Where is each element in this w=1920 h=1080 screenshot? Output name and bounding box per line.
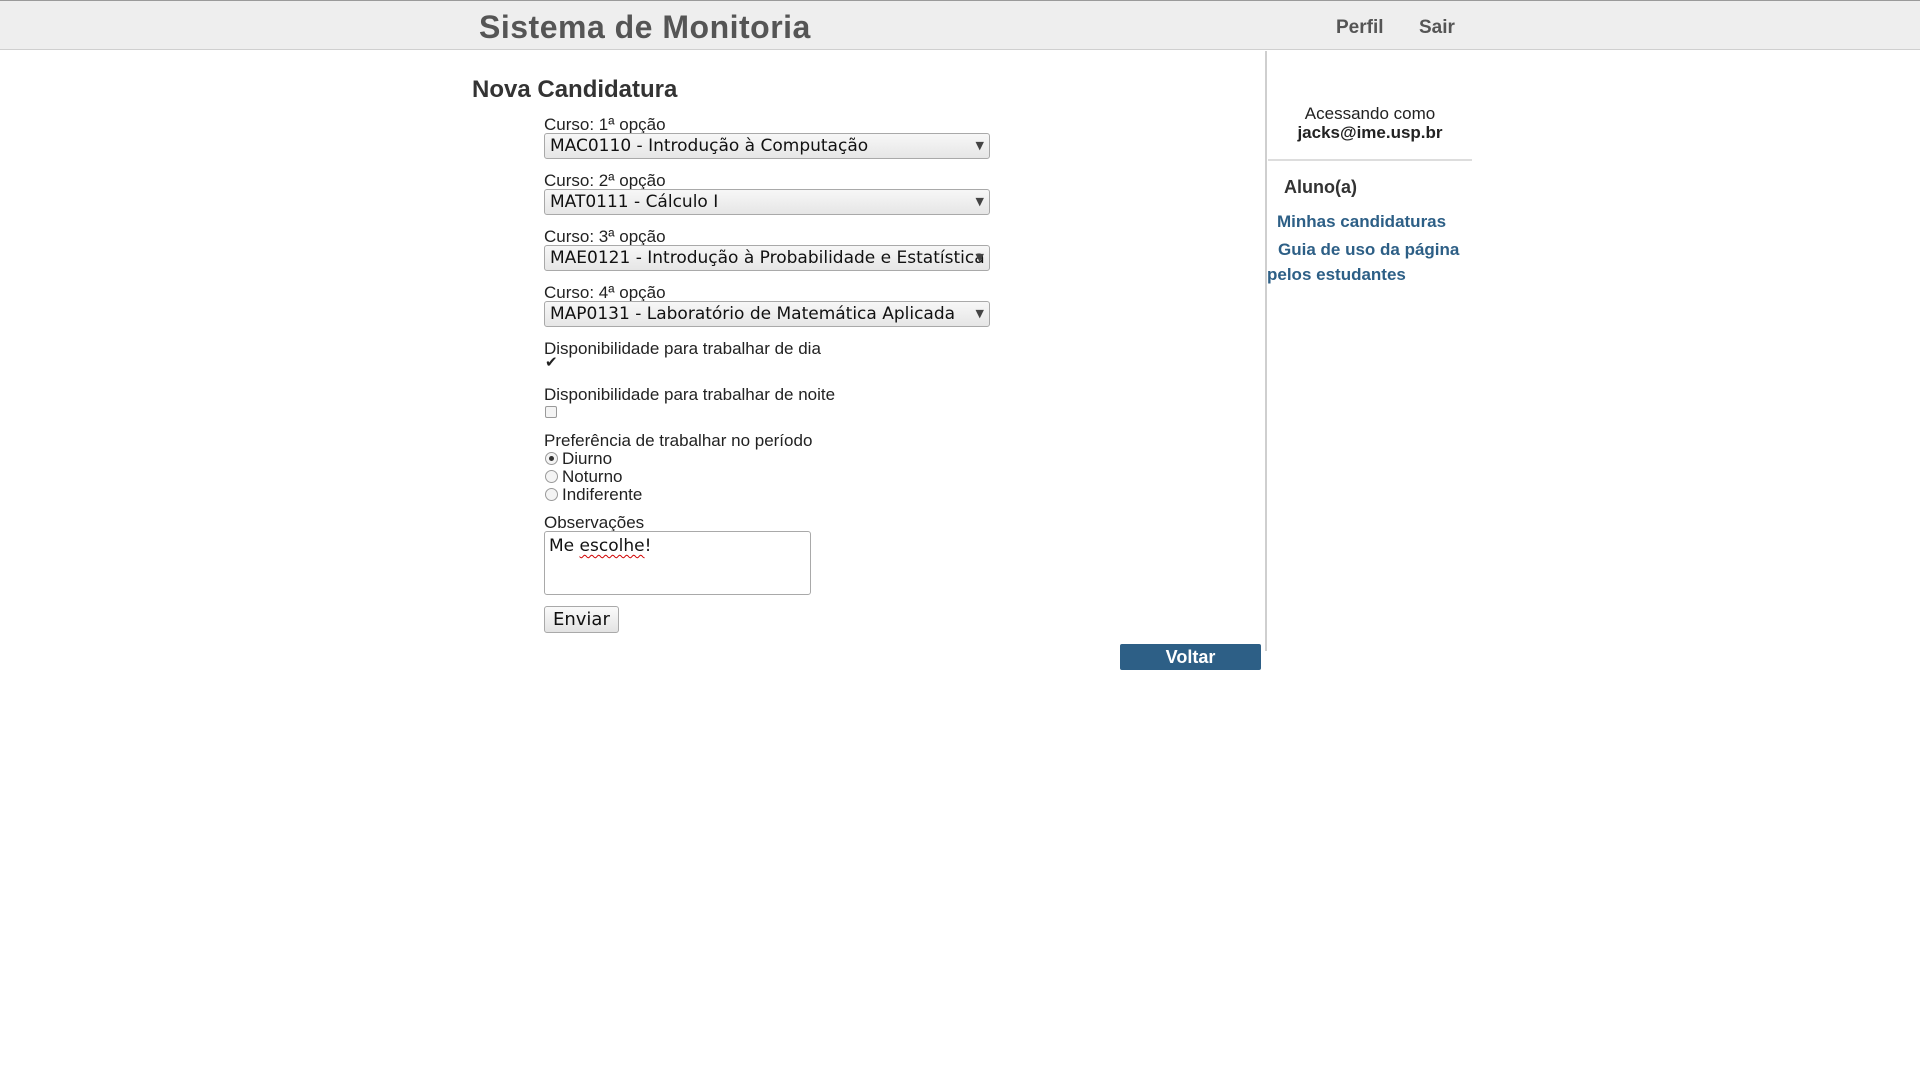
chevron-down-icon: ▼ xyxy=(975,139,984,152)
access-label: Acessando como xyxy=(1304,104,1436,123)
checkmark-icon: ✔ xyxy=(545,354,558,371)
course-2-label: Curso: 2ª opção xyxy=(544,171,666,190)
course-3-label: Curso: 3ª opção xyxy=(544,227,666,246)
notes-misspelled-word: escolhe xyxy=(579,536,645,556)
radio-diurno-label[interactable]: Diurno xyxy=(562,449,612,469)
sidebar-link-minhas-candidaturas[interactable]: Minhas candidaturas xyxy=(1277,212,1446,232)
nav-sair-link[interactable]: Sair xyxy=(1419,17,1455,39)
nav-perfil-link[interactable]: Perfil xyxy=(1336,17,1384,39)
course-1-value: MAC0110 - Introdução à Computação xyxy=(550,136,869,156)
course-4-label: Curso: 4ª opção xyxy=(544,283,666,302)
night-availability-label: Disponibilidade para trabalhar de noite xyxy=(544,385,836,404)
notes-label: Observações xyxy=(544,513,645,532)
radio-noturno[interactable] xyxy=(545,470,558,483)
radio-indiferente-label[interactable]: Indiferente xyxy=(562,485,642,505)
period-preference-label: Preferência de trabalhar no período xyxy=(544,431,813,450)
submit-button[interactable]: Enviar xyxy=(544,606,619,633)
sidebar-separator xyxy=(1268,159,1472,161)
chevron-down-icon: ▼ xyxy=(975,307,984,320)
course-4-value: MAP0131 - Laboratório de Matemática Apli… xyxy=(550,304,956,324)
current-user-email: jacks@ime.usp.br xyxy=(1297,123,1443,142)
course-2-value: MAT0111 - Cálculo I xyxy=(550,192,719,212)
radio-selected-dot xyxy=(549,456,554,461)
course-3-value: MAE0121 - Introdução à Probabilidade e E… xyxy=(550,248,990,268)
sidebar-link-guia-de-uso[interactable]: Guia de uso da página pelos estudantes xyxy=(1267,237,1475,287)
radio-diurno[interactable] xyxy=(545,452,558,465)
back-button[interactable]: Voltar xyxy=(1120,644,1261,670)
course-3-select[interactable]: MAE0121 - Introdução à Probabilidade e E… xyxy=(544,245,990,271)
sidebar-divider xyxy=(1265,51,1267,651)
page-title: Nova Candidatura xyxy=(472,76,678,103)
radio-indiferente[interactable] xyxy=(545,488,558,501)
user-role-heading: Aluno(a) xyxy=(1284,177,1357,197)
course-1-select[interactable]: MAC0110 - Introdução à Computação ▼ xyxy=(544,133,990,159)
chevron-down-icon: ▼ xyxy=(975,251,984,264)
notes-text-part2: ! xyxy=(644,536,652,556)
day-availability-checkbox[interactable]: ✔ xyxy=(545,355,558,372)
night-availability-checkbox[interactable] xyxy=(545,406,557,418)
notes-textarea[interactable]: Me escolhe! xyxy=(544,531,811,595)
course-1-label: Curso: 1ª opção xyxy=(544,115,666,134)
site-brand[interactable]: Sistema de Monitoria xyxy=(479,9,811,46)
day-availability-label: Disponibilidade para trabalhar de dia xyxy=(544,339,821,358)
top-navbar: Sistema de Monitoria Perfil Sair xyxy=(0,0,1920,50)
course-4-select[interactable]: MAP0131 - Laboratório de Matemática Apli… xyxy=(544,301,990,327)
course-2-select[interactable]: MAT0111 - Cálculo I ▼ xyxy=(544,189,990,215)
radio-noturno-label[interactable]: Noturno xyxy=(562,467,622,487)
notes-text-part1: Me xyxy=(549,536,580,556)
chevron-down-icon: ▼ xyxy=(975,195,984,208)
